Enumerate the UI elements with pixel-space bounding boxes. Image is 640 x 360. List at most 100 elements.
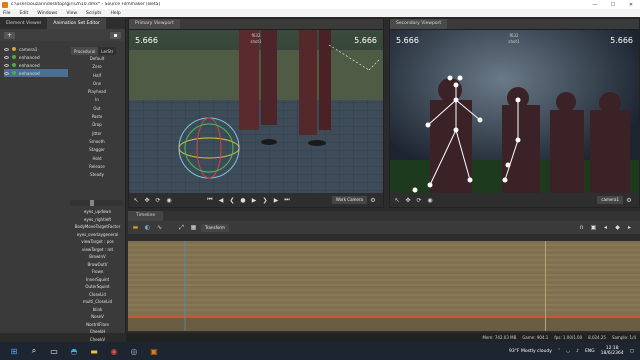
tab-secondary-viewport[interactable]: Secondary Viewport [390, 19, 448, 29]
close-button[interactable]: ✕ [622, 0, 640, 9]
eye-icon[interactable] [4, 71, 9, 75]
list-item[interactable]: InnerSquint [70, 276, 125, 284]
menu-file[interactable]: File [3, 11, 11, 16]
tray-up-icon[interactable]: ˄ [558, 349, 560, 354]
minimize-button[interactable]: — [586, 0, 604, 9]
select-icon[interactable]: ↖ [132, 196, 140, 204]
record-icon[interactable]: ● [239, 196, 247, 204]
clock[interactable]: 12:18 18/6/2364 [601, 346, 624, 357]
procedural-hold-button[interactable]: Hold [71, 155, 123, 163]
menu-windows[interactable]: Windows [37, 11, 57, 16]
timeline-tracks[interactable] [128, 241, 640, 331]
menu-view[interactable]: View [66, 11, 77, 16]
gear-icon[interactable]: ⚙ [369, 196, 377, 204]
list-item[interactable]: CloseLid [70, 291, 125, 299]
procedural-smooth-button[interactable]: Smooth [71, 138, 123, 146]
procedural-default-button[interactable]: Default [71, 55, 123, 63]
step-forward-icon[interactable]: ▶ [272, 196, 280, 204]
file-explorer-icon[interactable]: ▬ [88, 345, 100, 357]
list-item[interactable]: eyes_updown [70, 208, 125, 216]
list-item[interactable]: camera1 [4, 45, 68, 53]
key-back-icon[interactable]: ◂ [601, 224, 610, 232]
add-animation-set-button[interactable]: + [4, 31, 15, 39]
camera-icon[interactable]: ▪ [110, 31, 121, 39]
eye-icon[interactable] [4, 47, 9, 51]
secondary-viewport-scene[interactable]: 5.666 5.666 f632 shot1 [390, 30, 639, 195]
graph-editor-icon[interactable]: ∿ [155, 224, 164, 232]
move-icon[interactable]: ✥ [404, 196, 412, 204]
list-item[interactable]: BrowInV [70, 253, 125, 261]
list-item[interactable]: OuterSquint [70, 283, 125, 291]
list-item[interactable]: Frown [70, 268, 125, 276]
slider-handle[interactable] [90, 200, 94, 206]
move-icon[interactable]: ✥ [143, 196, 151, 204]
list-item[interactable]: CheekH [70, 328, 125, 336]
tab-element-viewer[interactable]: Element Viewer [0, 18, 47, 29]
steam-icon[interactable]: ◎ [128, 345, 140, 357]
tab-animation-set-editor[interactable]: Animation Set Editor [47, 18, 106, 29]
procedural-in-button[interactable]: In [71, 96, 123, 104]
list-item[interactable]: eyes_rightleft [70, 216, 125, 224]
slider-track[interactable] [70, 200, 123, 206]
list-item[interactable]: eyes_overlaygeneral [70, 231, 125, 239]
filter-icon[interactable]: ▦ [189, 224, 198, 232]
procedural-one-button[interactable]: One [71, 80, 123, 88]
notification-icon[interactable]: ▢ [630, 349, 634, 354]
play-icon[interactable]: ▶ [250, 196, 258, 204]
step-back-icon[interactable]: ◀ [217, 196, 225, 204]
maximize-button[interactable]: ☐ [604, 0, 622, 9]
chrome-icon[interactable]: ◉ [108, 345, 120, 357]
network-icon[interactable]: ◡ [566, 349, 570, 354]
prev-frame-icon[interactable]: ❮ [228, 196, 236, 204]
procedural-zero-button[interactable]: Zero [71, 63, 123, 71]
list-item[interactable]: NoseV [70, 313, 125, 321]
edge-browser-icon[interactable]: ◓ [68, 345, 80, 357]
procedural-jitter-button[interactable]: Jitter [71, 130, 123, 138]
tab-procedural[interactable]: Procedural [71, 47, 99, 55]
search-icon[interactable]: ⌕ [28, 345, 40, 357]
tab-timeline[interactable]: Timeline [128, 211, 164, 221]
list-item[interactable]: viewTarget : pos [70, 238, 125, 246]
list-item[interactable]: enhanced [4, 69, 68, 77]
source-filmmaker-icon[interactable]: ▣ [148, 345, 160, 357]
list-item[interactable]: multi_CloseLid [70, 298, 125, 306]
list-item[interactable]: NostrilFlare [70, 321, 125, 329]
task-view-icon[interactable]: ▭ [48, 345, 60, 357]
list-item[interactable]: BodyMoveTargetFactor [70, 223, 125, 231]
procedural-half-button[interactable]: Half [71, 72, 123, 80]
skip-forward-icon[interactable]: ⏭ [283, 196, 291, 204]
list-item[interactable]: BrowOutV [70, 261, 125, 269]
language-indicator[interactable]: ENG [585, 349, 595, 354]
procedural-paste-button[interactable]: Paste [71, 113, 123, 121]
volume-icon[interactable]: ♪ [576, 349, 579, 354]
eye-icon[interactable] [4, 55, 9, 59]
procedural-steady-button[interactable]: Steady [71, 171, 123, 179]
windows-start-icon[interactable]: ⊞ [8, 345, 20, 357]
eye-icon[interactable] [4, 63, 9, 67]
tab-lerstr[interactable]: LerStr [98, 47, 117, 55]
clip-editor-icon[interactable]: ▬ [131, 224, 140, 232]
camera-select-button[interactable]: camera1 [597, 196, 623, 204]
transform-dropdown[interactable]: Transform [201, 223, 229, 232]
motion-editor-icon[interactable]: ◐ [143, 224, 152, 232]
scale-icon[interactable]: ◉ [426, 196, 434, 204]
list-item[interactable]: enhanced [4, 61, 68, 69]
weather-readout[interactable]: 93°F Mostly cloudy [509, 349, 552, 354]
procedural-out-button[interactable]: Out [71, 105, 123, 113]
gear-icon[interactable]: ⚙ [625, 196, 633, 204]
key-forward-icon[interactable]: ▸ [625, 224, 634, 232]
menu-scripts[interactable]: Scripts [86, 11, 101, 16]
scale-icon[interactable]: ◉ [165, 196, 173, 204]
work-camera-button[interactable]: Work Camera [331, 196, 367, 204]
procedural-stagger-button[interactable]: Stagger [71, 146, 123, 154]
procedural-playhead-button[interactable]: Playhead [71, 88, 123, 96]
key-add-icon[interactable]: ◆ [613, 224, 622, 232]
magnet-icon[interactable]: ∩ [577, 224, 586, 232]
list-item[interactable]: blink [70, 306, 125, 314]
next-frame-icon[interactable]: ❯ [261, 196, 269, 204]
rotate-icon[interactable]: ⟳ [154, 196, 162, 204]
skip-back-icon[interactable]: ⏮ [206, 196, 214, 204]
rotate-icon[interactable]: ⟳ [415, 196, 423, 204]
list-item[interactable]: viewTarget : rot [70, 246, 125, 254]
procedural-release-button[interactable]: Release [71, 163, 123, 171]
